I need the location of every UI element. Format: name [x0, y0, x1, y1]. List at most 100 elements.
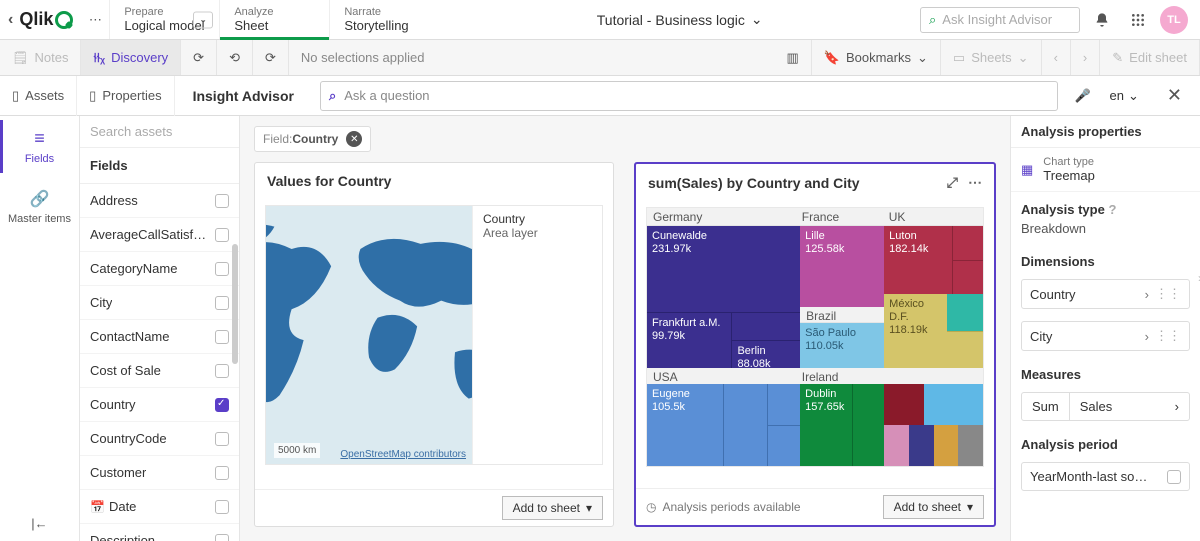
properties-toggle[interactable]: ▯ Properties	[77, 76, 174, 116]
tm-cell[interactable]	[767, 425, 800, 466]
step-back-icon[interactable]: ⟲	[217, 40, 253, 75]
fullscreen-icon[interactable]: ⤢	[947, 174, 958, 191]
field-row-country[interactable]: Country	[80, 388, 239, 422]
field-row-categoryname[interactable]: CategoryName	[80, 252, 239, 286]
back-and-logo[interactable]: ‹ Qlik	[0, 9, 81, 30]
field-row-contactname[interactable]: ContactName	[80, 320, 239, 354]
tm-cell[interactable]	[952, 260, 983, 295]
field-checkbox[interactable]	[215, 398, 229, 412]
tm-cell[interactable]	[723, 384, 767, 466]
add-to-sheet-button[interactable]: Add to sheet▾	[883, 495, 984, 519]
tm-cell[interactable]	[952, 226, 983, 260]
tm-cell[interactable]: Eugene105.5k	[647, 384, 723, 466]
mic-icon[interactable]: 🎤	[1066, 81, 1100, 111]
selections-tool-icon[interactable]: ▥	[774, 40, 811, 75]
rail-fields[interactable]: ≡ Fields	[0, 116, 79, 177]
sheets-button[interactable]: ▭ Sheets ⌄	[941, 40, 1042, 75]
field-row-description[interactable]: Description	[80, 524, 239, 541]
tm-cell[interactable]	[767, 384, 800, 424]
field-checkbox[interactable]	[215, 364, 229, 378]
field-checkbox[interactable]	[215, 194, 229, 208]
rail-collapse-icon[interactable]: |←	[21, 506, 57, 541]
tm-cell[interactable]	[732, 312, 800, 340]
edit-sheet-button[interactable]: ✎ Edit sheet	[1100, 40, 1200, 75]
map-chart[interactable]: 5000 km OpenStreetMap contributors	[266, 206, 472, 464]
period-checkbox[interactable]	[1167, 470, 1181, 484]
step-fwd-icon[interactable]: ⟳	[253, 40, 289, 75]
tm-cell[interactable]	[947, 331, 983, 369]
prev-sheet-icon[interactable]: ‹	[1042, 40, 1071, 75]
chart-type-row[interactable]: ▦ Chart type Treemap	[1011, 148, 1200, 192]
dimension-country[interactable]: Country › ⋮⋮	[1021, 279, 1190, 309]
ask-question-input[interactable]: ⌕ Ask a question	[320, 81, 1058, 111]
tm-cell[interactable]: Frankfurt a.M.99.79k	[647, 312, 732, 368]
map-attribution[interactable]: OpenStreetMap contributors	[340, 449, 466, 460]
app-title[interactable]: Tutorial - Business logic ⌄	[439, 11, 920, 28]
field-row-averagecallsatisfa-[interactable]: AverageCallSatisfa…	[80, 218, 239, 252]
tm-cell[interactable]: Cunewalde231.97k	[647, 226, 800, 312]
bookmarks-button[interactable]: 🔖 Bookmarks ⌄	[812, 40, 941, 75]
field-row-cost-of-sale[interactable]: Cost of Sale	[80, 354, 239, 388]
tm-cell[interactable]: Luton182.14k	[884, 226, 952, 294]
drag-handle-icon[interactable]: ⋮⋮	[1155, 328, 1181, 344]
field-row-city[interactable]: City	[80, 286, 239, 320]
field-checkbox[interactable]	[215, 330, 229, 344]
tm-cell[interactable]	[909, 425, 934, 466]
field-chip-country[interactable]: Field:Country ✕	[254, 126, 371, 152]
tm-cell[interactable]	[958, 425, 983, 466]
field-checkbox[interactable]	[215, 432, 229, 446]
treemap-chart[interactable]: Germany France UK Cunewalde231.97k	[646, 207, 984, 467]
tm-cell[interactable]: México D.F.118.19k	[884, 294, 947, 368]
analysis-periods-note[interactable]: ◷ Analysis periods available	[646, 500, 801, 514]
measure-row[interactable]: Sum Sales›	[1021, 392, 1190, 421]
nav-tab-analyze[interactable]: Analyze Sheet	[219, 0, 329, 39]
more-icon[interactable]: ⋯	[968, 174, 982, 191]
app-menu-icon[interactable]: ⋯	[81, 6, 109, 34]
scrollbar-thumb[interactable]	[232, 244, 238, 364]
nav-tab-prepare[interactable]: Prepare Logical model ⌄	[109, 0, 219, 39]
avatar[interactable]: TL	[1160, 6, 1188, 34]
field-row-date[interactable]: 📅Date	[80, 490, 239, 524]
field-checkbox[interactable]	[215, 296, 229, 310]
field-checkbox[interactable]	[215, 262, 229, 276]
analysis-period-row[interactable]: YearMonth-last sorte…	[1021, 462, 1190, 491]
tm-cell[interactable]	[947, 294, 983, 331]
assets-toggle[interactable]: ▯ Assets	[0, 76, 77, 116]
dimension-city[interactable]: City › ⋮⋮	[1021, 321, 1190, 351]
tm-cell[interactable]: Dublin157.65k	[800, 384, 852, 466]
field-checkbox[interactable]	[215, 500, 229, 514]
nav-tab-narrate[interactable]: Narrate Storytelling	[329, 0, 439, 39]
tm-cell[interactable]: Lille125.58k	[800, 226, 884, 307]
chevron-down-icon: ⌄	[1128, 88, 1139, 104]
tm-cell[interactable]	[884, 425, 909, 466]
tm-cell[interactable]: Berlin88.08k	[732, 340, 800, 368]
chevron-down-icon[interactable]: ⌄	[193, 11, 213, 28]
field-row-address[interactable]: Address	[80, 184, 239, 218]
field-row-customer[interactable]: Customer	[80, 456, 239, 490]
rail-master-items[interactable]: 🔗 Master items	[0, 177, 79, 237]
discovery-button[interactable]: ⫮⫮ᵪ Discovery	[81, 40, 181, 75]
app-grid-icon[interactable]	[1124, 6, 1152, 34]
smart-select-icon[interactable]: ⟳	[181, 40, 217, 75]
field-checkbox[interactable]	[215, 534, 229, 541]
notes-button[interactable]: 🗒 Notes	[0, 40, 81, 75]
language-select[interactable]: en ⌄	[1100, 88, 1149, 104]
add-to-sheet-button[interactable]: Add to sheet▾	[502, 496, 603, 520]
drag-handle-icon[interactable]: ⋮⋮	[1155, 286, 1181, 302]
tm-cell[interactable]	[852, 384, 884, 466]
next-sheet-icon[interactable]: ›	[1071, 40, 1100, 75]
close-icon[interactable]: ✕	[1149, 85, 1200, 106]
tm-cell[interactable]	[934, 425, 959, 466]
tm-cell[interactable]	[924, 384, 983, 425]
search-assets-input[interactable]: Search assets	[80, 116, 239, 148]
field-checkbox[interactable]	[215, 466, 229, 480]
tm-cell[interactable]: São Paulo110.05k	[800, 323, 884, 368]
tm-cell[interactable]	[884, 384, 924, 425]
insight-search[interactable]: ⌕ Ask Insight Advisor	[920, 7, 1080, 33]
back-chevron-icon[interactable]: ‹	[8, 11, 13, 29]
help-icon[interactable]: ?	[1108, 202, 1116, 217]
field-row-countrycode[interactable]: CountryCode	[80, 422, 239, 456]
field-checkbox[interactable]	[215, 228, 229, 242]
chip-remove-icon[interactable]: ✕	[346, 131, 362, 147]
notifications-icon[interactable]	[1088, 6, 1116, 34]
